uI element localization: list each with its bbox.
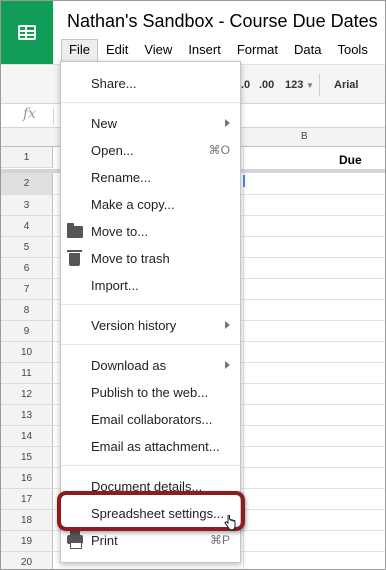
increase-decimal-button[interactable]: .00 — [259, 79, 274, 91]
row-header[interactable]: 14 — [1, 426, 53, 447]
trash-icon — [67, 250, 82, 266]
menu-item-rename[interactable]: Rename... — [61, 164, 240, 191]
menu-item-email-attachment[interactable]: Email as attachment... — [61, 433, 240, 460]
row-header[interactable]: 11 — [1, 363, 53, 384]
menu-item-version-history[interactable]: Version history — [61, 312, 240, 339]
menu-file[interactable]: File — [61, 39, 98, 61]
row-header[interactable]: 17 — [1, 489, 53, 510]
menu-item-share[interactable]: Share... — [61, 70, 240, 97]
row-header[interactable]: 15 — [1, 447, 53, 468]
row-header[interactable]: 19 — [1, 531, 53, 552]
row-header[interactable]: 18 — [1, 510, 53, 531]
row-header[interactable]: 13 — [1, 405, 53, 426]
shortcut-label: ⌘P — [209, 533, 230, 547]
menu-item-open[interactable]: Open... ⌘O — [61, 137, 240, 164]
dropdown-arrow-icon[interactable]: ▼ — [306, 81, 314, 90]
row-header[interactable]: 5 — [1, 237, 53, 258]
sheets-icon — [18, 25, 36, 40]
toolbar-divider — [319, 74, 320, 96]
row-header[interactable]: 7 — [1, 279, 53, 300]
row-header[interactable]: 1 — [1, 147, 53, 168]
menu-item-move-to[interactable]: Move to... — [61, 218, 240, 245]
document-title[interactable]: Nathan's Sandbox - Course Due Dates — [67, 11, 378, 32]
menu-item-publish[interactable]: Publish to the web... — [61, 379, 240, 406]
row-header[interactable]: 6 — [1, 258, 53, 279]
menu-separator — [61, 102, 240, 103]
menu-edit[interactable]: Edit — [98, 39, 136, 61]
row-header[interactable]: 3 — [1, 195, 53, 216]
file-menu: Share... New Open... ⌘O Rename... Make a … — [60, 61, 241, 563]
submenu-arrow-icon — [225, 361, 230, 369]
menu-item-download-as[interactable]: Download as — [61, 352, 240, 379]
menu-tools[interactable]: Tools — [329, 39, 375, 61]
window: Nathan's Sandbox - Course Due Dates File… — [0, 0, 386, 570]
hand-cursor-icon — [224, 515, 236, 531]
menu-separator — [61, 304, 240, 305]
menu-item-email-collaborators[interactable]: Email collaborators... — [61, 406, 240, 433]
menu-item-new[interactable]: New — [61, 110, 240, 137]
menu-item-import[interactable]: Import... — [61, 272, 240, 299]
menu-insert[interactable]: Insert — [180, 39, 229, 61]
row-header[interactable]: 8 — [1, 300, 53, 321]
selected-cell-border — [243, 175, 245, 187]
menu-item-move-to-trash[interactable]: Move to trash — [61, 245, 240, 272]
print-icon — [67, 531, 83, 549]
menu-view[interactable]: View — [136, 39, 180, 61]
font-select[interactable]: Arial — [334, 79, 358, 91]
menu-format[interactable]: Format — [229, 39, 286, 61]
shortcut-label: ⌘O — [208, 143, 230, 157]
row-header[interactable]: 10 — [1, 342, 53, 363]
menu-separator — [61, 465, 240, 466]
submenu-arrow-icon — [225, 119, 230, 127]
fx-icon: fx — [23, 106, 37, 122]
row-header[interactable]: 4 — [1, 216, 53, 237]
sheets-logo[interactable] — [1, 1, 53, 64]
cell-b1[interactable]: Due — [339, 153, 362, 167]
menubar: File Edit View Insert Format Data Tools — [61, 39, 376, 61]
number-format-button[interactable]: 123 — [285, 79, 303, 91]
row-header[interactable]: 2 — [1, 173, 53, 195]
row-header[interactable]: 12 — [1, 384, 53, 405]
menu-item-make-copy[interactable]: Make a copy... — [61, 191, 240, 218]
menu-data[interactable]: Data — [286, 39, 329, 61]
row-header[interactable]: 20 — [1, 552, 53, 569]
folder-icon — [67, 223, 83, 238]
menu-item-print[interactable]: Print ⌘P — [61, 527, 240, 554]
row-header[interactable]: 16 — [1, 468, 53, 489]
submenu-arrow-icon — [225, 321, 230, 329]
menu-separator — [61, 344, 240, 345]
row-header[interactable]: 9 — [1, 321, 53, 342]
column-header-b[interactable]: B — [301, 131, 308, 142]
highlight-outline — [57, 491, 245, 531]
decrease-decimal-button[interactable]: .0 — [241, 79, 250, 91]
formula-divider — [53, 107, 54, 125]
